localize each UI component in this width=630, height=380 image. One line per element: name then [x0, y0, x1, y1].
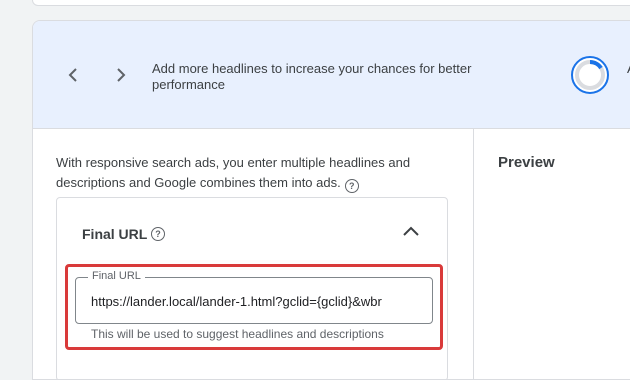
final-url-input[interactable]: [91, 292, 388, 310]
final-url-section: Final URL ? Final URL This will be used …: [56, 197, 448, 379]
final-url-field[interactable]: Final URL: [75, 270, 433, 324]
progress-ring-icon: [571, 56, 609, 94]
banner-message: Add more headlines to increase your chan…: [152, 61, 472, 92]
chevron-left-icon: [68, 68, 77, 82]
chevron-right-icon: [117, 68, 126, 82]
final-url-field-label: Final URL: [88, 270, 145, 282]
chevron-up-icon[interactable]: [399, 220, 423, 244]
help-icon[interactable]: ?: [151, 227, 165, 241]
final-url-hint: This will be used to suggest headlines a…: [91, 327, 384, 341]
preview-title: Preview: [498, 154, 555, 171]
next-suggestion-button[interactable]: [109, 63, 133, 87]
help-icon[interactable]: ?: [344, 179, 359, 193]
final-url-section-title: Final URL: [82, 226, 148, 242]
suggestion-banner: Add more headlines to increase your chan…: [33, 21, 630, 129]
previous-suggestion-button[interactable]: [61, 63, 85, 87]
intro-text: With responsive search ads, you enter mu…: [56, 153, 436, 193]
ad-editor-panel: Add more headlines to increase your chan…: [32, 20, 630, 380]
top-card: [32, 0, 630, 6]
final-url-highlight: Final URL This will be used to suggest h…: [65, 264, 443, 350]
column-divider: [473, 129, 474, 379]
